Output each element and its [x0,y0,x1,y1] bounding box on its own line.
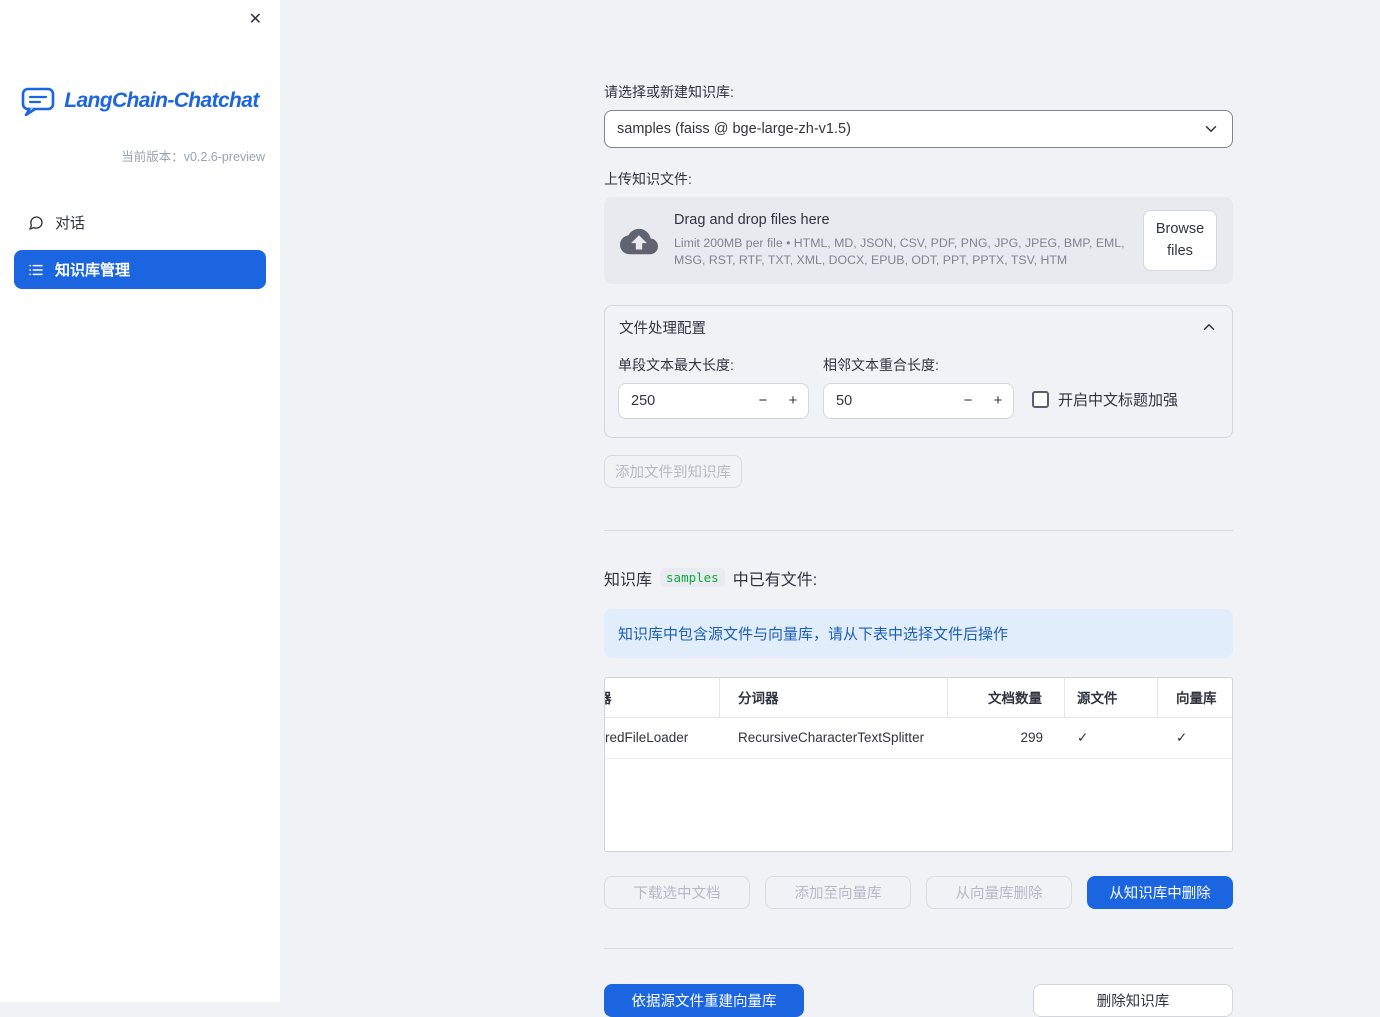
langchain-logo-icon [21,86,55,116]
delete-kb-button[interactable]: 删除知识库 [1033,984,1233,1017]
add-to-vector-store-button[interactable]: 添加至向量库 [765,876,911,909]
dropzone-title: Drag and drop files here [674,212,1127,228]
zh-title-enhance-label: 开启中文标题加强 [1058,389,1178,410]
col-header-splitter: 分词器 [720,678,948,717]
add-files-to-kb-button[interactable]: 添加文件到知识库 [604,455,742,488]
version-text: 当前版本：v0.2.6-preview [0,146,280,165]
kb-select-label: 请选择或新建知识库: [604,82,1233,102]
file-config-expander-body: 单段文本最大长度: 250 − + 相邻文本重合长度: 50 − + [605,342,1232,437]
cell-loader: redFileLoader [605,718,720,758]
chunk-size-label: 单段文本最大长度: [618,355,809,375]
col-header-source-file: 源文件 [1065,678,1158,717]
sidebar-nav: 对话 知识库管理 [14,203,266,289]
file-config-expander: 文件处理配置 单段文本最大长度: 250 − + 相邻文本重合长度: [604,305,1233,438]
chunk-size-input[interactable]: 250 − + [618,383,809,419]
chevron-down-icon [1202,120,1220,138]
table-row[interactable]: redFileLoader RecursiveCharacterTextSpli… [605,718,1232,759]
chunk-size-decrement-button[interactable]: − [748,391,778,410]
existing-files-title: 知识库 samples 中已有文件: [604,566,1233,590]
divider [604,948,1233,949]
files-table[interactable]: 器 分词器 文档数量 源文件 向量库 redFileLoader Recursi… [604,677,1233,852]
chunk-size-increment-button[interactable]: + [778,391,808,410]
knowledge-base-icon [28,262,44,278]
zh-title-enhance-checkbox[interactable] [1032,391,1049,408]
overlap-size-decrement-button[interactable]: − [953,391,983,410]
info-banner: 知识库中包含源文件与向量库，请从下表中选择文件后操作 [604,609,1233,658]
dropzone-limit-text: Limit 200MB per file • HTML, MD, JSON, C… [674,235,1127,268]
col-header-loader: 器 [605,678,720,717]
download-selected-button[interactable]: 下载选中文档 [604,876,750,909]
chat-bubble-icon [28,215,44,231]
file-config-expander-header[interactable]: 文件处理配置 [605,306,1232,342]
sidebar-item-knowledge-base[interactable]: 知识库管理 [14,250,266,289]
overlap-size-input[interactable]: 50 − + [823,383,1014,419]
cell-doc-count: 299 [948,718,1065,758]
main-content: 请选择或新建知识库: samples (faiss @ bge-large-zh… [280,0,1380,1002]
sidebar-item-label: 对话 [55,212,85,233]
expander-title: 文件处理配置 [619,317,706,338]
browse-files-button[interactable]: Browse files [1143,210,1217,271]
close-icon: ✕ [249,11,262,28]
sidebar-close-button[interactable]: ✕ [243,6,268,34]
chunk-size-value: 250 [619,393,748,409]
version-label: 当前版本： [121,150,184,164]
kb-actions-row: 依据源文件重建向量库 删除知识库 [604,984,1233,1017]
col-header-vector-store: 向量库 [1158,678,1232,717]
delete-from-kb-button[interactable]: 从知识库中删除 [1087,876,1233,909]
chevron-up-icon [1200,318,1218,336]
dropzone-texts: Drag and drop files here Limit 200MB per… [674,212,1127,268]
kb-select-value: samples (faiss @ bge-large-zh-v1.5) [617,121,851,137]
file-dropzone[interactable]: Drag and drop files here Limit 200MB per… [604,197,1233,284]
kb-name-code: samples [660,568,725,587]
overlap-size-label: 相邻文本重合长度: [823,355,1014,375]
info-banner-text: 知识库中包含源文件与向量库，请从下表中选择文件后操作 [618,626,1008,643]
app-logo: LangChain-Chatchat [0,86,280,116]
knowledge-base-select[interactable]: samples (faiss @ bge-large-zh-v1.5) [604,110,1233,148]
sidebar-item-chat[interactable]: 对话 [14,203,266,242]
cell-splitter: RecursiveCharacterTextSplitter [720,718,948,758]
uploader-label: 上传知识文件: [604,169,1233,189]
table-empty-area [605,759,1232,851]
cloud-upload-icon [620,225,658,255]
version-value: v0.2.6-preview [184,150,265,164]
overlap-size-increment-button[interactable]: + [983,391,1013,410]
existing-files-suffix: 中已有文件: [733,566,817,590]
zh-title-enhance-row[interactable]: 开启中文标题加强 [1032,389,1178,410]
delete-from-vector-store-button[interactable]: 从向量库删除 [926,876,1072,909]
divider [604,530,1233,531]
file-actions-row: 下载选中文档 添加至向量库 从向量库删除 从知识库中删除 [604,876,1233,909]
vector-store-check-icon: ✓ [1158,718,1232,758]
overlap-size-value: 50 [824,393,953,409]
files-table-header: 器 分词器 文档数量 源文件 向量库 [605,678,1232,718]
app-logo-text: LangChain-Chatchat [64,89,259,113]
sidebar: ✕ LangChain-Chatchat 当前版本：v0.2.6-preview… [0,0,280,1002]
source-file-check-icon: ✓ [1065,718,1158,758]
existing-files-prefix: 知识库 [604,566,652,590]
sidebar-item-label: 知识库管理 [55,259,130,280]
rebuild-vector-store-button[interactable]: 依据源文件重建向量库 [604,984,804,1017]
col-header-doc-count: 文档数量 [948,678,1065,717]
